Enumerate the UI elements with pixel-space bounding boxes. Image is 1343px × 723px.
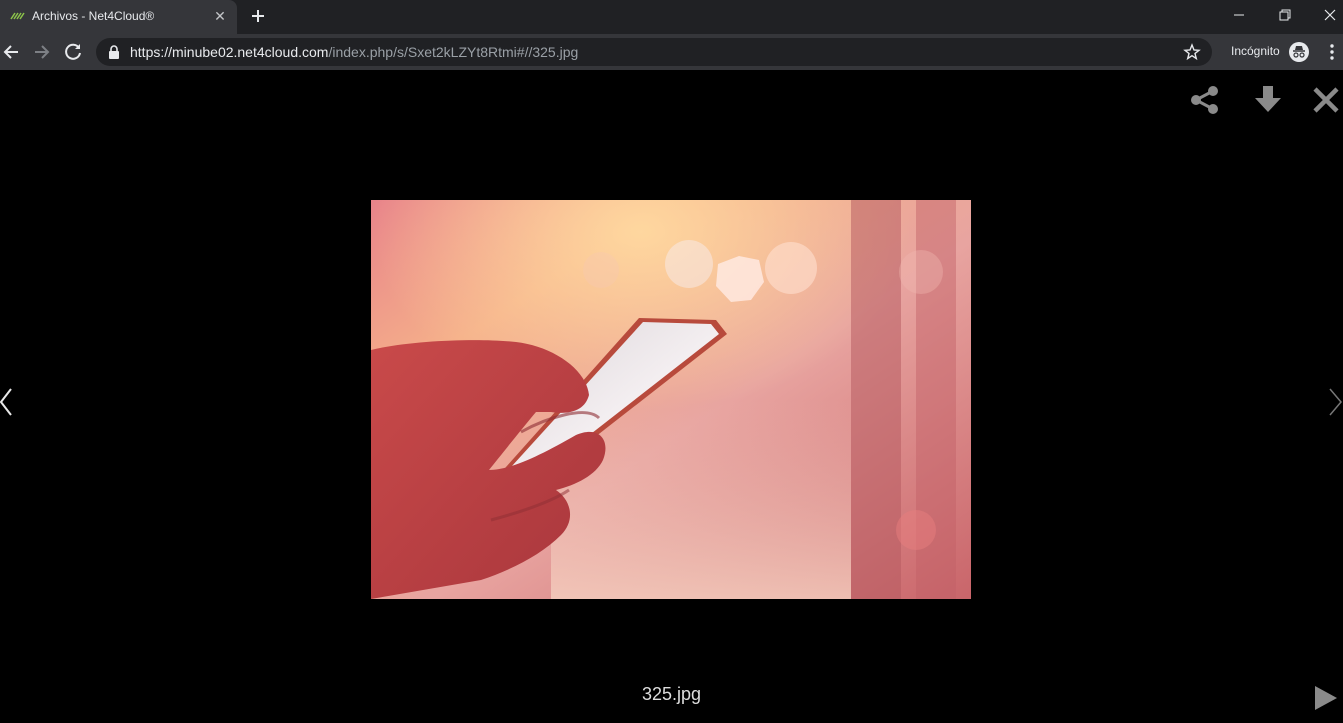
share-icon[interactable] <box>1189 84 1221 116</box>
url-path: /index.php/s/Sxet2kLZYt8Rtmi#//325.jpg <box>328 44 579 60</box>
photo-hand-holding-smartphone <box>371 200 971 599</box>
browser-toolbar: https://minube02.net4cloud.com/index.php… <box>0 34 1343 70</box>
forward-arrow-icon[interactable] <box>30 40 54 64</box>
next-image-arrow-icon[interactable] <box>1327 387 1343 417</box>
image-viewer: 325.jpg <box>0 70 1343 723</box>
minimize-window-icon[interactable] <box>1226 4 1252 26</box>
restore-window-icon[interactable] <box>1272 4 1298 26</box>
url-text: https://minube02.net4cloud.com/index.php… <box>130 44 578 60</box>
close-viewer-icon[interactable] <box>1310 84 1342 116</box>
tab-strip: Archivos - Net4Cloud® ✕ <box>0 0 1343 34</box>
lock-icon <box>109 45 119 59</box>
download-icon[interactable] <box>1252 84 1284 116</box>
active-tab[interactable]: Archivos - Net4Cloud® ✕ <box>0 0 237 34</box>
net4cloud-favicon-icon <box>10 12 25 20</box>
tab-title: Archivos - Net4Cloud® <box>32 9 155 23</box>
previous-image-arrow-icon[interactable] <box>0 387 16 417</box>
close-window-icon[interactable] <box>1317 4 1343 26</box>
browser-menu-icon[interactable] <box>1325 42 1339 62</box>
reload-icon[interactable] <box>62 40 86 64</box>
back-arrow-icon[interactable] <box>0 40 24 64</box>
bookmark-star-icon[interactable] <box>1183 43 1201 61</box>
incognito-icon[interactable] <box>1289 42 1309 62</box>
url-host: https://minube02.net4cloud.com <box>130 44 329 60</box>
address-bar[interactable]: https://minube02.net4cloud.com/index.php… <box>96 38 1212 66</box>
incognito-label: Incógnito <box>1231 44 1280 58</box>
new-tab-plus-icon[interactable] <box>248 6 268 26</box>
tab-close-icon[interactable]: ✕ <box>212 8 228 24</box>
play-slideshow-icon[interactable] <box>1309 682 1341 714</box>
image-filename-caption: 325.jpg <box>641 684 702 704</box>
